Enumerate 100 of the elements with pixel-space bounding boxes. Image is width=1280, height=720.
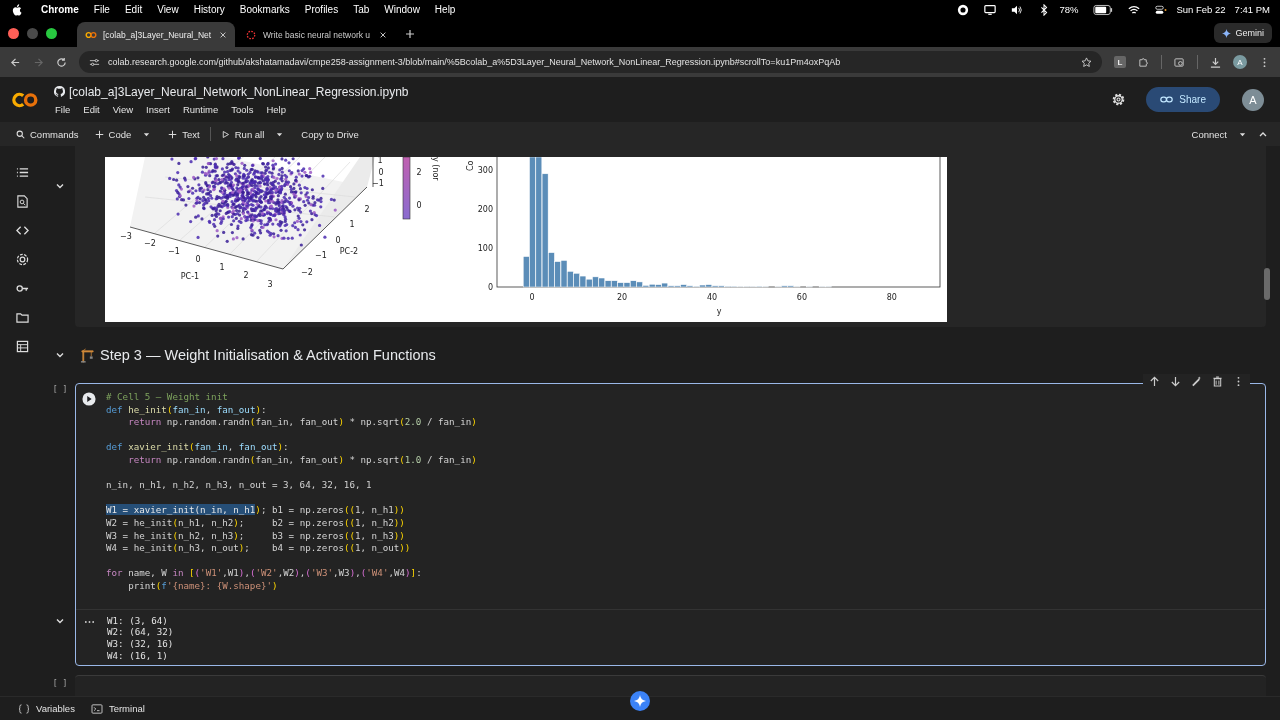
zoom-window-button[interactable] <box>46 27 57 39</box>
toolbar-button[interactable]: Run all <box>214 126 271 142</box>
site-settings-icon[interactable] <box>89 56 100 68</box>
wifi-icon[interactable] <box>1128 3 1141 16</box>
menu-item[interactable]: Help <box>434 4 456 15</box>
toolbar-button[interactable]: Copy to Drive <box>295 126 365 142</box>
menu-item[interactable]: View <box>157 4 179 15</box>
table-of-contents-icon[interactable] <box>16 166 29 179</box>
axis-tick-label: 60 <box>796 293 807 302</box>
volume-icon[interactable] <box>1011 3 1024 16</box>
menu-item[interactable]: Window <box>384 4 420 15</box>
menu-item[interactable]: Profiles <box>304 4 339 15</box>
menu-item[interactable]: Tab <box>353 4 370 15</box>
variables-icon[interactable] <box>16 253 29 266</box>
plus-icon <box>94 129 104 139</box>
axis-tick-label: 0 <box>335 236 341 245</box>
axis-tick-label: −1 <box>315 251 327 260</box>
find-icon[interactable] <box>16 195 29 208</box>
menu-item[interactable]: Edit <box>83 103 100 115</box>
code-line: W4 = he_init(n_h3, n_out); b4 = np.zeros((1, n_out)) <box>106 542 412 555</box>
pencil-icon[interactable] <box>1191 376 1202 387</box>
code-icon[interactable] <box>16 224 29 237</box>
code-line: for name, W in [('W1',W1),('W2',W2),('W3',W3),('W4',W4)]: <box>106 567 423 580</box>
toolbar-button[interactable]: Commands <box>10 126 85 142</box>
axis-tick-label: 0 <box>195 255 201 264</box>
section-heading: Step 3 — Weight Initialisation & Activation Functions <box>100 347 436 363</box>
caret-icon[interactable] <box>276 130 284 138</box>
battery-icon[interactable] <box>1093 3 1114 16</box>
colorbar <box>402 157 411 220</box>
menu-item[interactable]: File <box>93 4 110 15</box>
toolbar-button[interactable]: Text <box>162 126 206 142</box>
record-icon[interactable] <box>957 3 970 16</box>
menu-item[interactable]: Insert <box>146 103 170 115</box>
code-line: print(f'{name}: {W.shape}') <box>127 579 279 593</box>
notebook-title[interactable]: [colab_a]3Layer_Neural_Network_NonLinear_Regression.ipynb <box>69 84 409 99</box>
close-window-button[interactable] <box>8 27 19 39</box>
axis-tick-label: −2 <box>144 239 156 248</box>
address-field[interactable]: colab.research.google.com/github/akshatamadavi/cmpe258-assignment-3/blob/main/%5Bcolab_a%5D3Layer_Neural_Network_NonLinear_Regression.ipynb#scrollTo=ku1Pm4oxPqAb <box>79 51 1102 73</box>
browser-tab[interactable]: [colab_a]3Layer_Neural_Net <box>77 22 235 47</box>
colab-logo-icon[interactable] <box>12 90 40 109</box>
scrollbar-thumb[interactable] <box>1264 268 1270 300</box>
output-line: W3: (32, 16) <box>107 637 174 650</box>
axis-tick-label: 300 <box>477 165 493 175</box>
axis-label: PC-2 <box>339 247 359 256</box>
output-menu-icon[interactable] <box>84 619 95 624</box>
key-icon[interactable] <box>16 282 29 295</box>
delete-icon[interactable] <box>1212 376 1223 387</box>
extension-icon[interactable]: L <box>1114 56 1126 68</box>
folder-icon[interactable] <box>16 311 29 324</box>
chevron-icon[interactable] <box>55 350 65 360</box>
app-name[interactable]: Chrome <box>41 4 79 15</box>
move-down-icon[interactable] <box>1170 376 1181 387</box>
display-icon[interactable] <box>984 3 997 16</box>
axis-tick-label: 2 <box>243 271 249 280</box>
table-icon[interactable] <box>16 340 29 353</box>
axis-label: y <box>716 307 722 316</box>
chevron-icon[interactable] <box>55 181 65 191</box>
code-line: return np.random.randn(fan_in, fan_out) * np.sqrt(1.0 / fan_in) <box>127 453 477 467</box>
github-icon[interactable] <box>54 86 65 97</box>
menu-item[interactable]: View <box>112 103 134 115</box>
menu-item[interactable]: Edit <box>124 4 143 15</box>
menu-item[interactable]: Help <box>266 103 286 115</box>
code-line: # Cell 5 — Weight init <box>106 391 229 404</box>
new-tab-icon[interactable] <box>405 29 415 39</box>
settings-icon[interactable] <box>1111 92 1127 107</box>
menu-item[interactable]: File <box>55 103 71 115</box>
lens-icon[interactable] <box>1174 56 1185 68</box>
axis-tick-label: 0 <box>378 168 384 177</box>
close-icon[interactable] <box>219 30 227 39</box>
run-button[interactable] <box>82 392 96 406</box>
puzzle-icon[interactable] <box>1138 56 1149 68</box>
menu-item[interactable]: Runtime <box>182 103 219 115</box>
move-up-icon[interactable] <box>1149 376 1160 387</box>
axis-tick-label: 20 <box>616 293 628 302</box>
connect-button[interactable]: Connect <box>1185 126 1233 142</box>
axis-tick-label: 3 <box>267 280 273 289</box>
download-icon[interactable] <box>1210 56 1221 68</box>
close-icon[interactable] <box>379 30 387 39</box>
browser-tab[interactable]: Write basic neural network u <box>237 22 395 47</box>
gemini-icon[interactable] <box>630 691 650 711</box>
caret-icon[interactable] <box>1239 130 1246 138</box>
apple-icon[interactable] <box>12 3 22 16</box>
menu-item[interactable]: Bookmarks <box>239 4 290 15</box>
control-center-icon[interactable] <box>1155 3 1168 16</box>
crane-icon <box>80 347 95 363</box>
code-cell[interactable] <box>75 383 1266 667</box>
panel-button[interactable]: Terminal <box>86 701 149 716</box>
gemini-button[interactable]: Gemini <box>1214 23 1272 43</box>
menu-item[interactable]: Tools <box>231 103 254 115</box>
toolbar-button[interactable]: Code <box>88 126 138 142</box>
code-line: def xavier_init(fan_in, fan_out): <box>106 441 290 454</box>
panel-button[interactable]: Variables <box>14 701 79 716</box>
caret-icon[interactable] <box>143 130 151 138</box>
back-icon[interactable] <box>10 56 21 68</box>
execution-count: [ ] <box>52 385 68 394</box>
bookmark-star-icon[interactable] <box>1081 56 1092 68</box>
share-button[interactable]: Share <box>1146 87 1220 112</box>
loading-icon <box>245 29 257 40</box>
menu-item[interactable]: History <box>193 4 225 15</box>
reload-icon[interactable] <box>56 56 67 68</box>
